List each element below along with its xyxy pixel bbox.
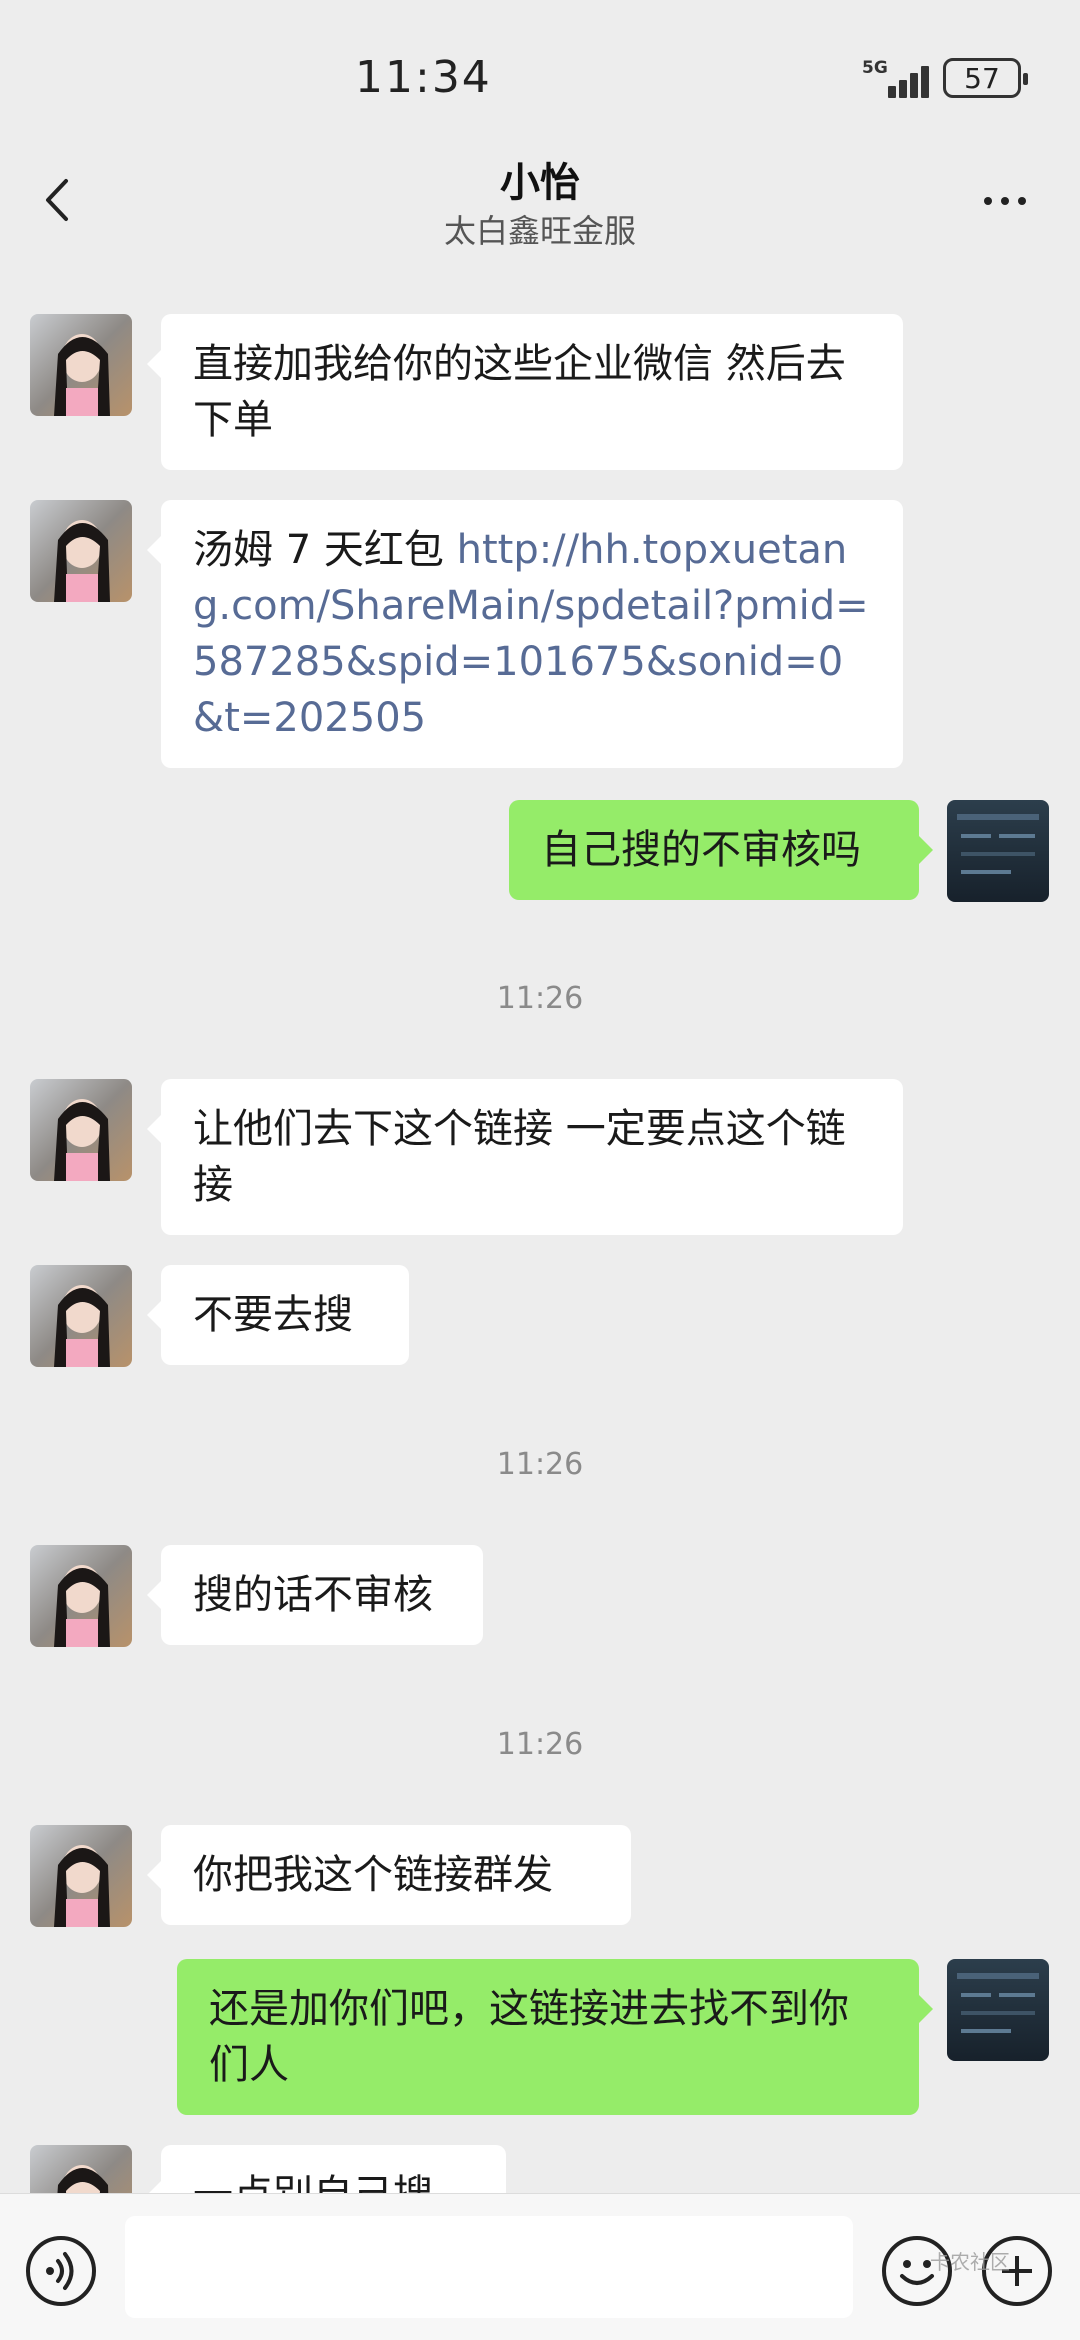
chat-title: 小怡 (500, 160, 580, 206)
more-button[interactable] (970, 175, 1040, 225)
contact-avatar[interactable] (30, 314, 132, 416)
contact-avatar[interactable] (30, 500, 132, 602)
network-label: 5G (862, 58, 888, 78)
message-bubble[interactable]: 汤姆 7 天红包 http://hh.topxuetang.com/ShareM… (147, 500, 903, 768)
message-bubble[interactable]: 直接加我给你的这些企业微信 然后去下单 (147, 314, 903, 470)
contact-avatar[interactable] (30, 1079, 132, 1181)
timestamp: 11:26 (496, 981, 584, 1016)
contact-avatar[interactable] (30, 1545, 132, 1647)
chat-subtitle: 太白鑫旺金服 (443, 212, 636, 250)
battery-icon: 57 (943, 58, 1028, 98)
message-bubble-outgoing[interactable]: 自己搜的不审核吗 (509, 800, 933, 900)
message-bubble[interactable]: 不要去搜 (147, 1265, 409, 1365)
battery-level: 57 (964, 62, 1000, 95)
voice-button[interactable] (26, 2236, 96, 2306)
my-avatar[interactable] (947, 1959, 1049, 2061)
input-bar: 卡农社区 (0, 2193, 1080, 2340)
clock: 11:34 (355, 52, 492, 103)
message-input[interactable] (125, 2216, 853, 2318)
signal-icon: 5G (860, 58, 932, 98)
timestamp: 11:26 (496, 1727, 584, 1762)
watermark: 卡农社区 (930, 2250, 1010, 2274)
message-bubble[interactable]: 搜的话不审核 (147, 1545, 483, 1645)
my-avatar[interactable] (947, 800, 1049, 902)
chat-header: 小怡 太白鑫旺金服 (0, 150, 1080, 260)
contact-avatar[interactable] (30, 1825, 132, 1927)
timestamp: 11:26 (496, 1447, 584, 1482)
contact-avatar[interactable] (30, 1265, 132, 1367)
message-bubble-outgoing[interactable]: 还是加你们吧，这链接进去找不到你们人 (177, 1959, 933, 2115)
voice-icon (46, 2252, 74, 2290)
message-bubble[interactable]: 你把我这个链接群发 (147, 1825, 631, 1925)
message-text: 汤姆 7 天红包 (193, 527, 457, 573)
status-bar: 11:34 5G 57 (0, 0, 1080, 150)
message-bubble[interactable]: 让他们去下这个链接 一定要点这个链接 (147, 1079, 903, 1235)
